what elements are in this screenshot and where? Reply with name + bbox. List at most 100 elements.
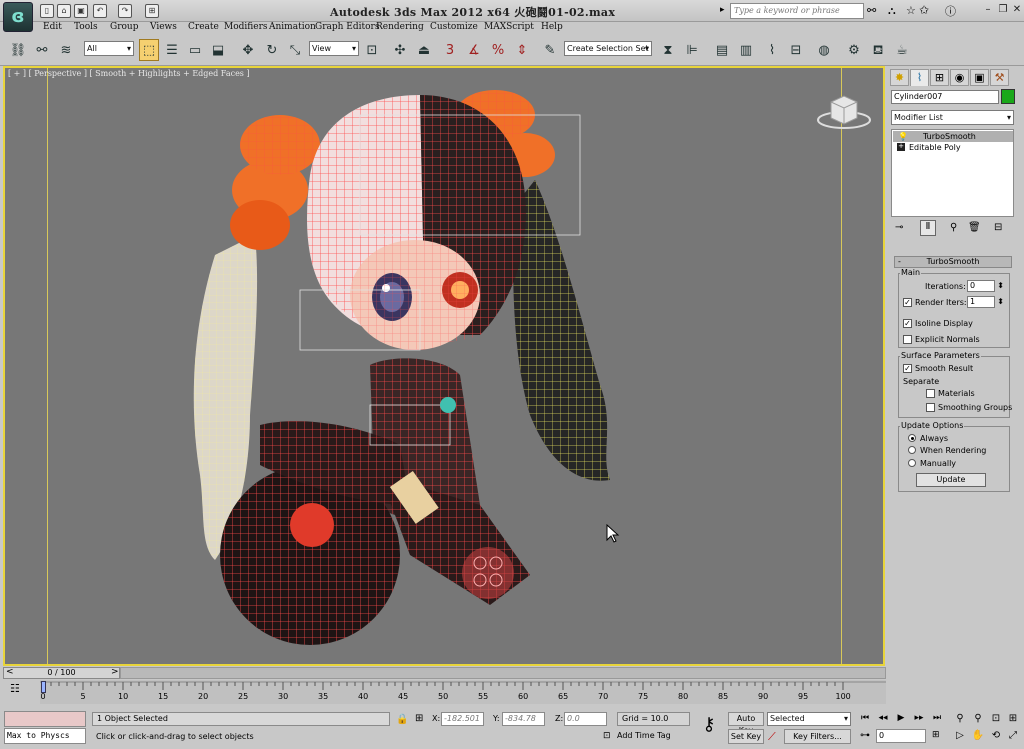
isoline-display-checkbox[interactable]: ✓	[903, 319, 912, 328]
key-selection-dropdown[interactable]: Selected	[767, 712, 851, 726]
new-file-icon[interactable]: ▯	[40, 4, 54, 18]
y-coordinate-field[interactable]: -834.78	[502, 712, 545, 726]
add-time-tag[interactable]: Add Time Tag	[617, 731, 671, 740]
utilities-tab-icon[interactable]: ⚒	[990, 69, 1009, 86]
mini-curve-editor-icon[interactable]: ☷	[10, 682, 20, 695]
project-folder-icon[interactable]: ⊞	[145, 4, 159, 18]
redo-icon[interactable]: ↷	[118, 4, 132, 18]
modifier-list-dropdown[interactable]: Modifier List	[891, 110, 1014, 125]
auto-key-button[interactable]: Auto Key	[728, 712, 764, 735]
render-iters-spinner[interactable]: 1	[967, 296, 1004, 308]
layer-manager-icon[interactable]: ▤	[712, 39, 732, 61]
smoothing-groups-checkbox[interactable]	[926, 403, 935, 412]
next-frame-arrow[interactable]: >	[111, 667, 119, 677]
percent-snap-icon[interactable]: %	[488, 39, 508, 61]
snaps-toggle-icon[interactable]: 3	[440, 39, 460, 61]
keyboard-shortcut-toggle-icon[interactable]: ⏏	[414, 39, 434, 61]
show-end-result-icon[interactable]: Ⅱ	[920, 220, 936, 236]
render-production-icon[interactable]: ☕	[892, 39, 912, 61]
motion-tab-icon[interactable]: ◉	[950, 69, 969, 86]
curve-editor-icon[interactable]: ⌇	[762, 39, 782, 61]
graphite-tools-icon[interactable]: ▥	[736, 39, 756, 61]
selection-filter-dropdown[interactable]: All	[84, 41, 134, 56]
object-name-field[interactable]: Cylinder007	[891, 90, 999, 104]
menu-edit[interactable]: Edit	[43, 22, 62, 32]
prev-frame-arrow[interactable]: <	[6, 667, 14, 677]
time-slider-track[interactable]	[120, 667, 886, 679]
menu-customize[interactable]: Customize	[430, 22, 478, 32]
zoom-extents-icon[interactable]: ⊡	[988, 712, 1004, 727]
object-color-swatch[interactable]	[1001, 89, 1015, 104]
materials-checkbox[interactable]	[926, 389, 935, 398]
spinner-snap-icon[interactable]: ⇕	[512, 39, 532, 61]
angle-snap-icon[interactable]: ∡	[464, 39, 484, 61]
menu-views[interactable]: Views	[150, 22, 177, 32]
select-by-name-icon[interactable]: ☰	[162, 39, 182, 61]
when-rendering-radio[interactable]	[908, 446, 916, 454]
search-arrow-icon[interactable]: ▸	[720, 5, 725, 15]
favorites-star-icon[interactable]: ✩	[919, 3, 929, 17]
scale-icon[interactable]: ⤡	[285, 39, 305, 61]
render-iters-checkbox[interactable]: ✓	[903, 298, 912, 307]
viewport-label[interactable]: [ + ] [ Perspective ] [ Smooth + Highlig…	[8, 69, 250, 78]
update-button[interactable]: Update	[916, 473, 986, 487]
undo-icon[interactable]: ↶	[93, 4, 107, 18]
zoom-icon[interactable]: ⚲	[952, 712, 968, 727]
lock-selection-icon[interactable]: 🔒	[396, 714, 408, 725]
turbosmooth-rollout-header[interactable]: - TurboSmooth	[894, 256, 1012, 268]
pan-icon[interactable]: ✋	[970, 729, 986, 744]
maxscript-mini-listener[interactable]: Max to Physcs	[4, 728, 86, 744]
move-icon[interactable]: ✥	[238, 39, 258, 61]
key-filters-button[interactable]: Key Filters...	[784, 729, 851, 744]
explicit-normals-checkbox[interactable]	[903, 335, 912, 344]
maxscript-listener-field[interactable]	[4, 711, 86, 727]
open-file-icon[interactable]: ⌂	[57, 4, 71, 18]
lightbulb-icon[interactable]: 💡	[898, 131, 908, 142]
previous-frame-icon[interactable]: ◂◂	[875, 712, 891, 726]
menu-maxscript[interactable]: MAXScript	[484, 22, 534, 32]
time-configuration-icon[interactable]: ⊞	[932, 730, 940, 740]
zoom-extents-all-icon[interactable]: ⊞	[1005, 712, 1021, 727]
search-input[interactable]: Type a keyword or phrase	[730, 3, 864, 19]
render-setup-icon[interactable]: ⚙	[844, 39, 864, 61]
x-coordinate-field[interactable]: -182.501	[441, 712, 484, 726]
minimize-icon[interactable]: –	[980, 3, 996, 18]
viewcube-icon[interactable]	[817, 88, 871, 132]
display-tab-icon[interactable]: ▣	[970, 69, 989, 86]
menu-modifiers[interactable]: Modifiers	[224, 22, 268, 32]
expand-icon[interactable]: +	[897, 143, 905, 151]
hierarchy-tab-icon[interactable]: ⊞	[930, 69, 949, 86]
manipulate-icon[interactable]: ✣	[390, 39, 410, 61]
favorites-icon[interactable]: ☆	[906, 4, 916, 17]
remove-modifier-icon[interactable]: 🗑	[968, 222, 981, 233]
menu-tools[interactable]: Tools	[74, 22, 98, 32]
unlink-icon[interactable]: ⚯	[32, 39, 52, 61]
absolute-mode-icon[interactable]: ⊞	[415, 713, 423, 724]
close-icon[interactable]: ✕	[1009, 3, 1024, 18]
menu-help[interactable]: Help	[541, 22, 563, 32]
app-logo-icon[interactable]: ɞ	[3, 2, 33, 32]
current-frame-field[interactable]: 0	[876, 729, 926, 743]
set-key-icon[interactable]: ⚷	[694, 715, 724, 737]
configure-modifier-sets-icon[interactable]: ⊟	[994, 222, 1002, 233]
time-tag-icon[interactable]: ⊡	[603, 731, 611, 741]
pin-stack-icon[interactable]: ⊸	[895, 222, 903, 233]
smooth-result-checkbox[interactable]: ✓	[903, 364, 912, 373]
schematic-view-icon[interactable]: ⊟	[786, 39, 806, 61]
orbit-icon[interactable]: ⟲	[988, 729, 1004, 744]
default-in-out-tangents-icon[interactable]: ⟋	[768, 730, 776, 744]
help-icon[interactable]: ⓘ	[945, 3, 956, 19]
chibi-character-model[interactable]	[160, 85, 660, 655]
zoom-all-icon[interactable]: ⚲	[970, 712, 986, 727]
make-unique-icon[interactable]: ⚲	[950, 222, 957, 233]
iterations-spinner[interactable]: 0	[967, 280, 1004, 292]
align-icon[interactable]: ⊫	[682, 39, 702, 61]
rotate-icon[interactable]: ↻	[262, 39, 282, 61]
reference-coord-dropdown[interactable]: View	[309, 41, 359, 56]
play-icon[interactable]: ▶	[893, 712, 909, 726]
go-to-start-icon[interactable]: ⏮	[857, 712, 873, 726]
mirror-icon[interactable]: ⧗	[658, 39, 678, 61]
binoculars-icon[interactable]: ⚯	[867, 4, 876, 17]
bind-space-warp-icon[interactable]: ≋	[56, 39, 76, 61]
communication-center-icon[interactable]: ⛬	[888, 4, 896, 18]
